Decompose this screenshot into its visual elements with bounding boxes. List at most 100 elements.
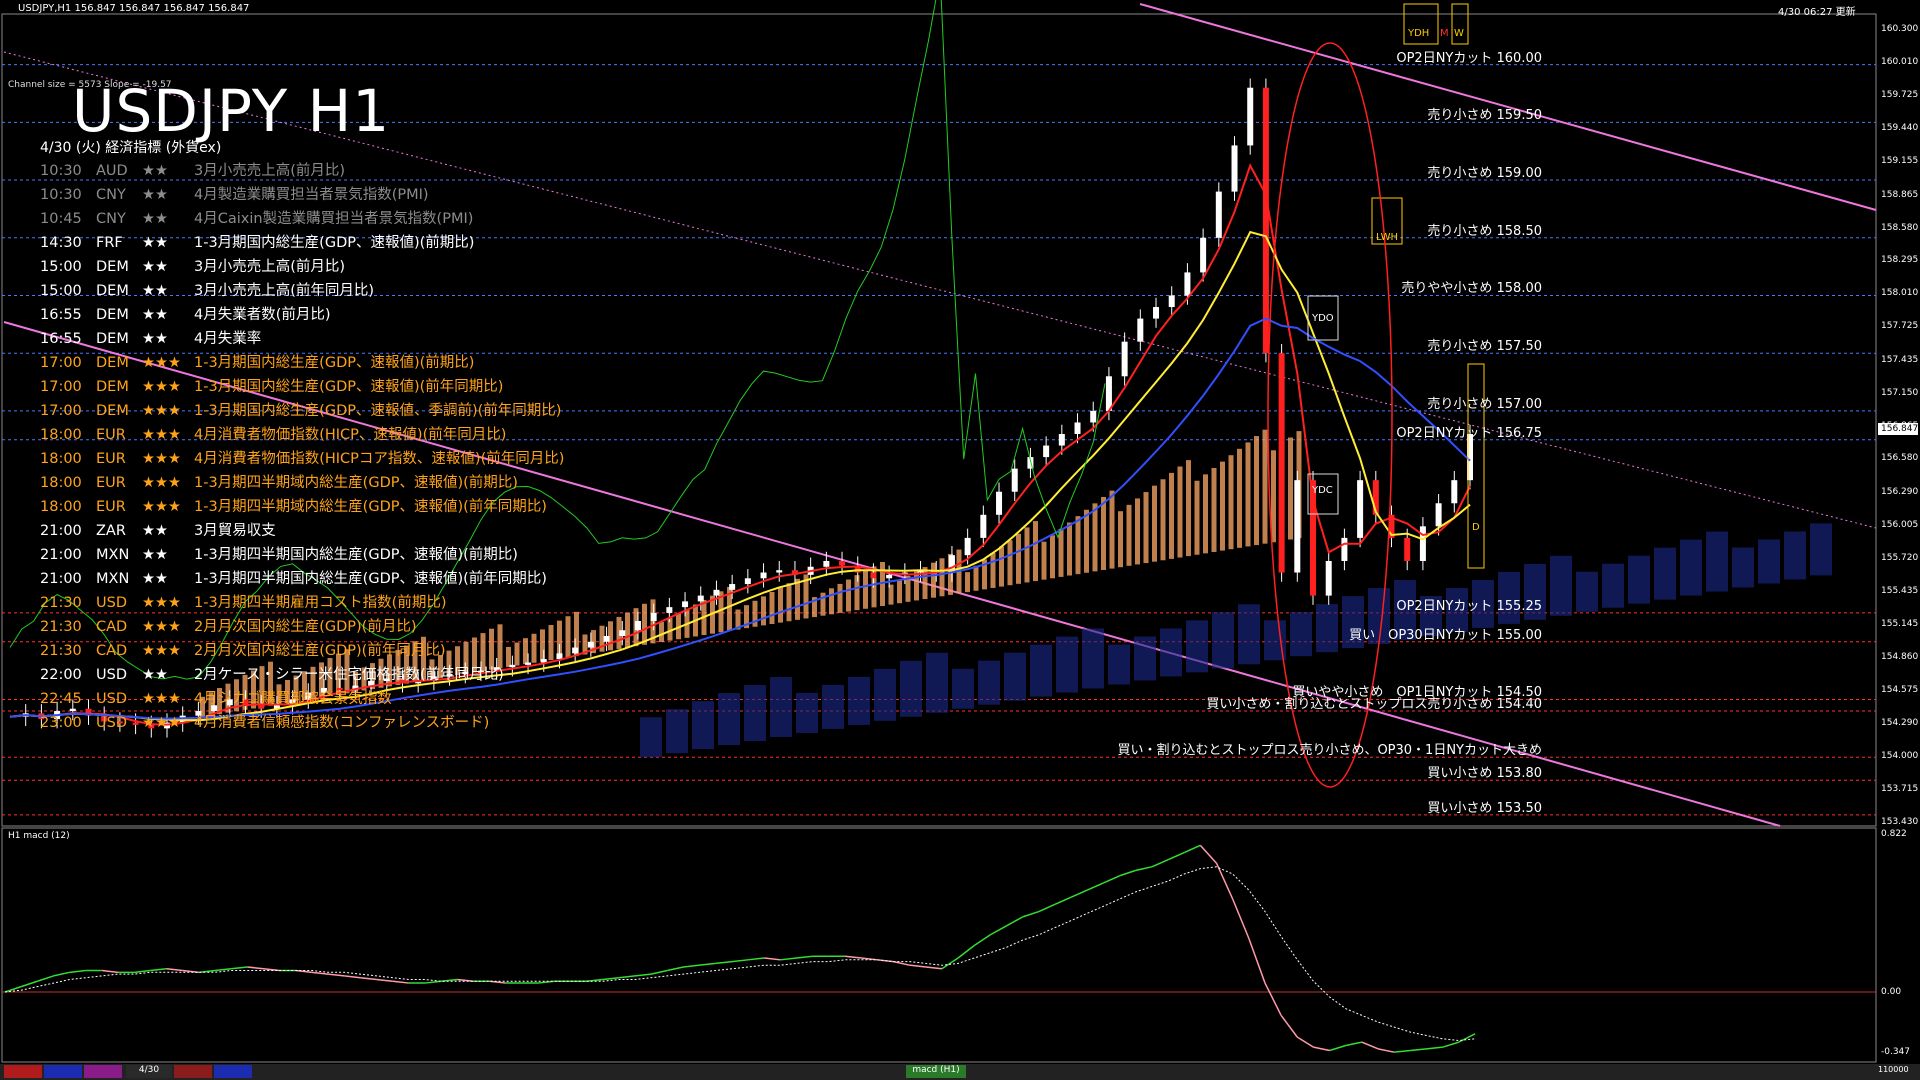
event-stars: ★★ (142, 307, 168, 323)
macd-main-segment (1345, 1041, 1363, 1047)
macd-main-segment (1410, 1048, 1427, 1052)
event-name: 1-3月期国内総生産(GDP、速報値、季調前)(前年同期比) (194, 403, 562, 419)
event-currency: EUR (96, 499, 126, 515)
macd-main-segment (667, 966, 684, 972)
cloud-block (744, 685, 766, 742)
calendar-event: 16:55 DEM ★★ 4月失業率 (40, 328, 261, 350)
event-currency: EUR (96, 475, 126, 491)
histogram-bar (778, 587, 783, 623)
macd-main-segment (231, 966, 248, 970)
price-axis-tick: 156.005 (1881, 519, 1919, 530)
price-axis-tick: 158.295 (1881, 255, 1919, 266)
candle-body (760, 572, 767, 579)
cloud-block (1030, 644, 1052, 697)
candle-body (556, 653, 563, 660)
histogram-bar (608, 621, 613, 651)
event-currency: DEM (96, 307, 129, 323)
candle-body (1184, 272, 1191, 296)
macd-main-segment (844, 955, 862, 959)
histogram-bar (999, 546, 1004, 587)
histogram-bar (1194, 480, 1200, 555)
macd-main-segment (699, 962, 716, 966)
macd-main-segment (101, 969, 119, 974)
cloud-block (718, 693, 740, 746)
w-label: W (1454, 28, 1464, 39)
event-currency: CNY (96, 187, 126, 203)
histogram-bar (1177, 466, 1183, 558)
candle-body (1074, 422, 1081, 435)
histogram-bar (846, 579, 851, 612)
event-stars: ★★ (142, 667, 168, 683)
macd-main-segment (634, 973, 652, 977)
price-level-label: 買い OP30日NYカット 155.00 (1349, 627, 1542, 643)
candle-body (870, 572, 877, 579)
histogram-bar (931, 562, 936, 598)
candle-body (619, 630, 626, 637)
event-currency: CNY (96, 211, 126, 227)
histogram-bar (761, 596, 766, 626)
histogram-bar (497, 624, 503, 669)
price-axis-tick: 154.575 (1881, 684, 1919, 695)
histogram-bar (1126, 504, 1132, 566)
date-tab[interactable]: 4/30 (126, 1065, 172, 1078)
scroll-segment[interactable] (214, 1065, 252, 1078)
candle-body (996, 491, 1003, 515)
event-stars: ★★★ (142, 451, 181, 467)
scroll-segment[interactable] (174, 1065, 212, 1078)
scroll-segment[interactable] (4, 1065, 42, 1078)
event-stars: ★★★ (142, 619, 181, 635)
candle-body (839, 560, 846, 566)
calendar-event: 22:45 USD ★★★ 4月シカゴ購買部協会景気指数 (40, 688, 392, 710)
event-time: 21:00 (40, 547, 82, 563)
event-currency: CAD (96, 643, 128, 659)
cloud-block (1810, 523, 1832, 576)
event-time: 10:45 (40, 211, 82, 227)
histogram-bar (1058, 528, 1064, 577)
price-axis-tick: 158.580 (1881, 222, 1919, 233)
histogram-bar (1050, 535, 1055, 579)
macd-main-segment (650, 969, 668, 975)
event-time: 23:00 (40, 715, 82, 731)
macd-main-segment (150, 968, 167, 972)
price-axis-tick: 153.715 (1881, 784, 1919, 795)
macd-main-segment (20, 980, 38, 988)
histogram-bar (548, 625, 554, 661)
histogram-bar (1109, 490, 1115, 569)
event-stars: ★★ (142, 547, 168, 563)
event-currency: ZAR (96, 523, 126, 539)
cloud-block (1056, 636, 1078, 693)
event-time: 22:45 (40, 691, 82, 707)
candle-body (1121, 341, 1128, 377)
macd-main-segment (1103, 875, 1120, 884)
histogram-bar (1143, 492, 1149, 564)
event-stars: ★★★ (142, 643, 181, 659)
macd-main-segment (973, 934, 991, 947)
event-time: 21:00 (40, 571, 82, 587)
event-name: 2月月次国内総生産(GDP)(前年同月比) (194, 643, 446, 659)
candle-body (744, 578, 751, 585)
scroll-segment[interactable] (44, 1065, 82, 1078)
price-axis-tick: 158.865 (1881, 189, 1919, 200)
event-time: 18:00 (40, 427, 82, 443)
price-axis-tick: 159.725 (1881, 90, 1919, 101)
cloud-block (874, 668, 896, 721)
symbol-info: USDJPY,H1 156.847 156.847 156.847 156.84… (18, 3, 250, 14)
calendar-event: 15:00 DEM ★★ 3月小売売上高(前年同月比) (40, 280, 374, 302)
price-level-label: OP2日NYカット 156.75 (1396, 425, 1542, 441)
price-axis-tick: 155.145 (1881, 619, 1919, 630)
macd-main-segment (1119, 869, 1137, 877)
scroll-segment[interactable] (84, 1065, 122, 1078)
macd-main-segment (731, 959, 749, 963)
macd-main-segment (957, 944, 975, 959)
event-stars: ★★★ (142, 499, 181, 515)
current-price-marker: 156.847 (1878, 423, 1918, 435)
calendar-event: 10:45 CNY ★★ 4月Caixin製造業購買担当者景気指数(PMI) (40, 208, 473, 230)
event-name: 3月貿易収支 (194, 523, 276, 539)
candle-body (1435, 503, 1442, 527)
price-axis-tick: 156.580 (1881, 453, 1919, 464)
event-name: 1-3月期四半期域内総生産(GDP、速報値)(前期比) (194, 475, 518, 491)
price-level-label: 買い小さめ 153.80 (1427, 766, 1542, 782)
macd-tab[interactable]: macd (H1) (906, 1065, 966, 1078)
price-level-label: 売りやや小さめ 158.00 (1401, 281, 1542, 297)
candle-body (1294, 480, 1301, 573)
